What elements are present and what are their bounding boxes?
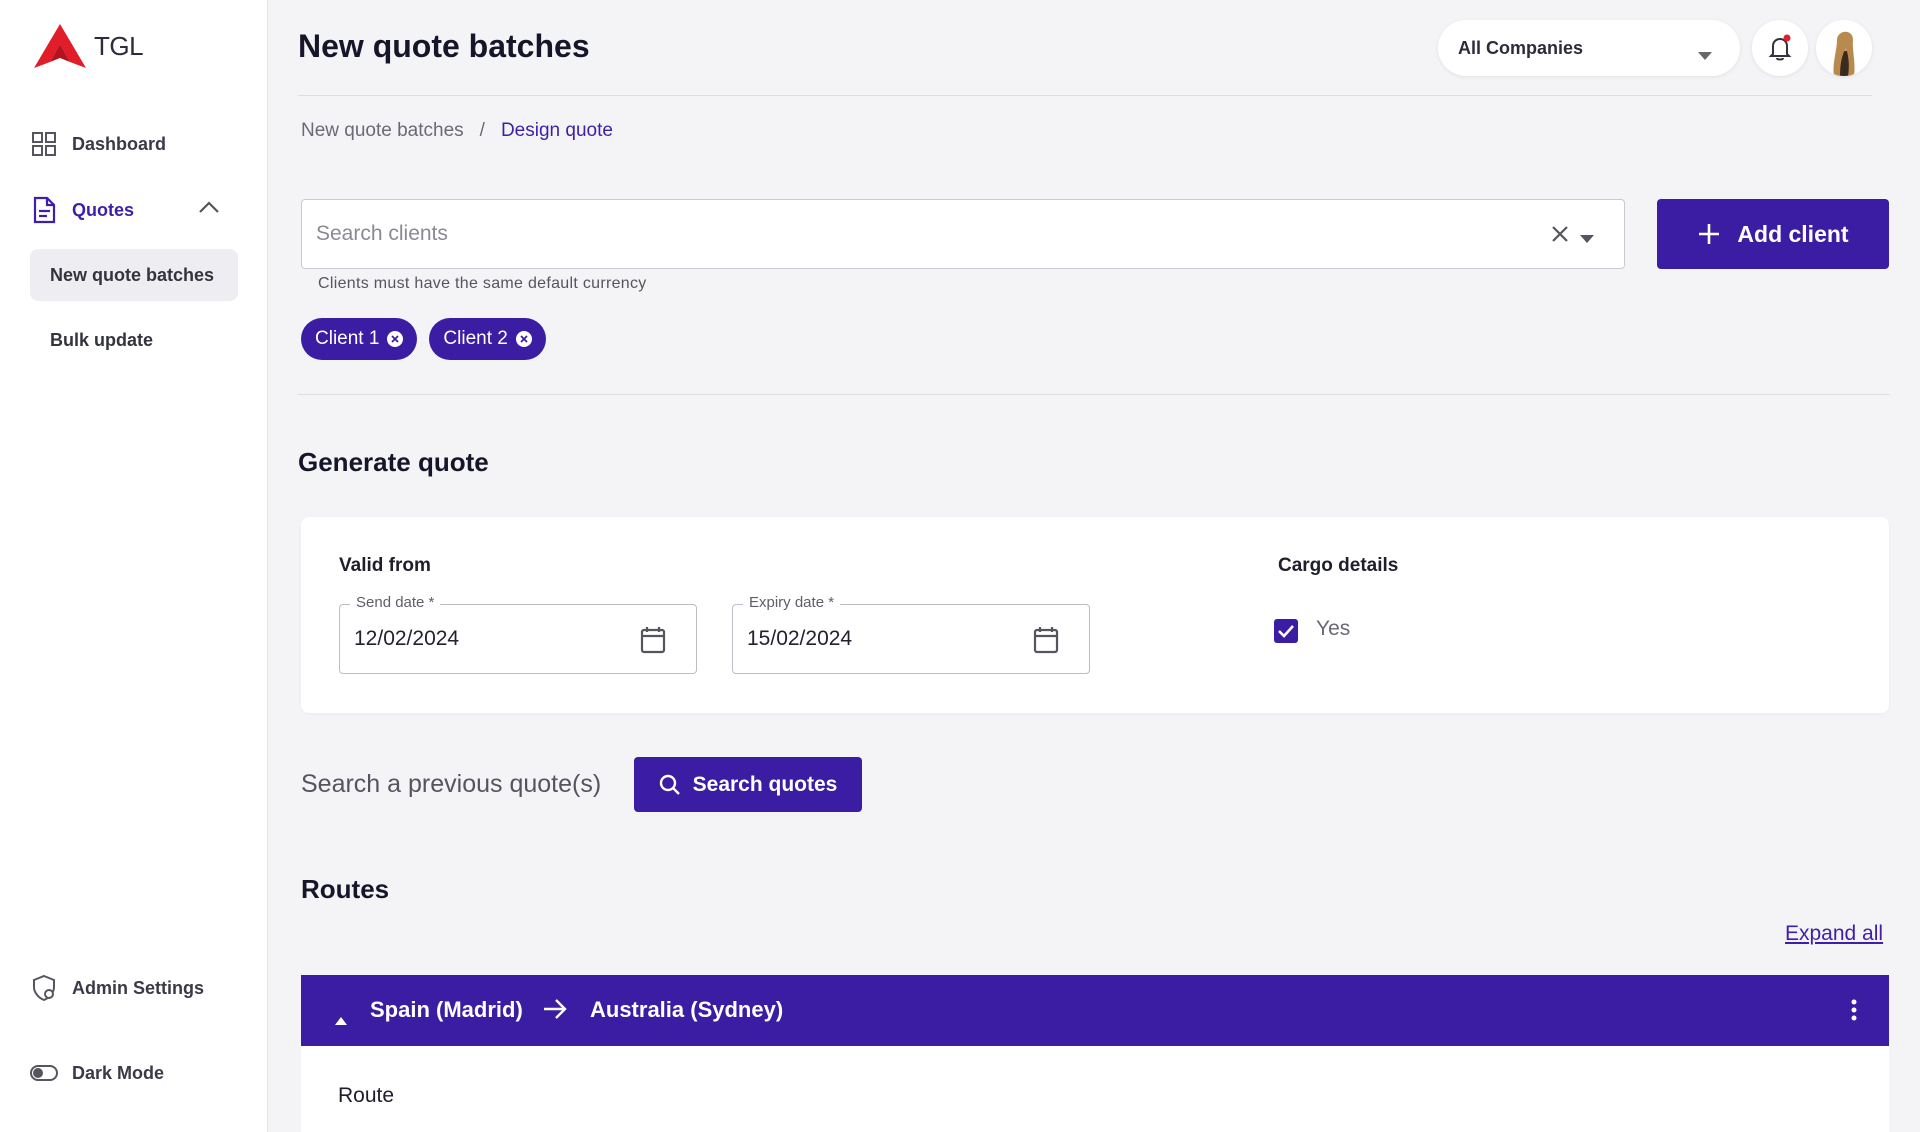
dashboard-grid-icon — [30, 130, 58, 158]
route-body: Route — [301, 1046, 1889, 1132]
expand-all-link[interactable]: Expand all — [1785, 922, 1883, 946]
toggle-icon — [30, 1059, 58, 1087]
user-avatar[interactable] — [1816, 20, 1872, 76]
valid-from-label: Valid from — [339, 555, 431, 576]
collapse-triangle-icon[interactable] — [335, 1005, 347, 1031]
search-icon — [659, 774, 680, 795]
shield-settings-icon — [30, 974, 58, 1002]
calendar-icon[interactable] — [1033, 626, 1059, 660]
send-date-legend: Send date * — [350, 594, 441, 611]
add-client-label: Add client — [1737, 220, 1849, 247]
tgl-logo-icon — [34, 24, 86, 68]
more-options-icon[interactable] — [1851, 999, 1857, 1027]
caret-down-icon — [1698, 44, 1712, 65]
calendar-icon[interactable] — [640, 626, 666, 660]
cargo-details-checkbox-label: Yes — [1316, 617, 1351, 640]
sidebar: TGL Dashboard Quotes New quote batches B… — [0, 0, 268, 1132]
sidebar-item-quotes[interactable]: Quotes — [30, 196, 134, 224]
clear-icon[interactable] — [1550, 224, 1570, 249]
company-select-value: All Companies — [1458, 37, 1584, 58]
main-content: New quote batches All Companies New quot… — [268, 0, 1920, 1132]
section-divider — [298, 394, 1890, 395]
route-origin: Spain (Madrid) — [370, 997, 523, 1022]
send-date-value: 12/02/2024 — [354, 627, 460, 650]
avatar-icon — [1816, 20, 1872, 76]
document-icon — [30, 196, 58, 224]
arrow-right-icon — [542, 997, 568, 1027]
cargo-details-label: Cargo details — [1278, 555, 1399, 576]
route-destination: Australia (Sydney) — [590, 997, 784, 1022]
send-date-field[interactable]: Send date * 12/02/2024 — [339, 594, 697, 674]
sidebar-subitem-new-quote-batches[interactable]: New quote batches — [30, 249, 238, 301]
client-search-field[interactable] — [301, 199, 1625, 269]
sidebar-subitem-label: Bulk update — [50, 329, 154, 350]
add-client-button[interactable]: Add client — [1657, 199, 1889, 269]
sidebar-item-label: Dark Mode — [72, 1062, 165, 1083]
sidebar-item-dark-mode[interactable]: Dark Mode — [30, 1059, 164, 1087]
brand-logo[interactable]: TGL — [32, 22, 144, 70]
search-quotes-button[interactable]: Search quotes — [634, 757, 862, 812]
client-chip-label: Client 1 — [315, 328, 380, 349]
check-icon — [1278, 625, 1294, 638]
selected-clients: Client 1 Client 2 — [301, 318, 546, 360]
sidebar-item-label: Admin Settings — [72, 977, 205, 998]
client-chip[interactable]: Client 1 — [301, 318, 418, 360]
sidebar-item-label: Quotes — [72, 199, 135, 220]
remove-chip-icon[interactable] — [515, 331, 532, 347]
notifications-button[interactable] — [1752, 20, 1808, 76]
chevron-up-icon[interactable] — [198, 200, 220, 219]
cargo-details-checkbox[interactable] — [1274, 619, 1298, 643]
company-select[interactable]: All Companies — [1438, 20, 1740, 76]
search-previous-label: Search a previous quote(s) — [301, 770, 602, 798]
generate-quote-title: Generate quote — [298, 447, 489, 477]
breadcrumb-parent-link[interactable]: New quote batches — [301, 120, 464, 142]
routes-title: Routes — [301, 874, 390, 904]
client-search-input[interactable] — [316, 222, 1496, 246]
header-divider — [298, 95, 1872, 96]
sidebar-item-label: Dashboard — [72, 133, 167, 154]
sidebar-item-admin-settings[interactable]: Admin Settings — [30, 974, 204, 1002]
breadcrumb-current: Design quote — [500, 120, 613, 141]
search-quotes-label: Search quotes — [692, 772, 838, 796]
caret-down-icon[interactable] — [1580, 230, 1594, 248]
route-header[interactable]: Spain (Madrid) Australia (Sydney) — [301, 975, 1889, 1046]
expiry-date-field[interactable]: Expiry date * 15/02/2024 — [732, 594, 1090, 674]
expiry-date-legend: Expiry date * — [743, 594, 841, 611]
plus-icon — [1699, 224, 1720, 244]
remove-chip-icon[interactable] — [387, 331, 404, 347]
client-search-helper-text: Clients must have the same default curre… — [318, 275, 647, 292]
sidebar-subitem-label: New quote batches — [50, 264, 215, 285]
generate-quote-card: Valid from Send date * 12/02/2024 Expiry… — [301, 517, 1889, 713]
page-title: New quote batches — [298, 28, 590, 64]
brand-name: TGL — [94, 30, 144, 61]
bell-icon — [1768, 34, 1792, 61]
route-label: Route — [338, 1084, 395, 1107]
sidebar-subitem-bulk-update[interactable]: Bulk update — [30, 314, 238, 366]
breadcrumb-separator: / — [479, 120, 485, 141]
client-chip-label: Client 2 — [443, 328, 508, 349]
sidebar-item-dashboard[interactable]: Dashboard — [30, 130, 166, 158]
client-chip[interactable]: Client 2 — [429, 318, 546, 360]
breadcrumb: New quote batches / Design quote — [301, 120, 613, 142]
expiry-date-value: 15/02/2024 — [747, 627, 853, 650]
